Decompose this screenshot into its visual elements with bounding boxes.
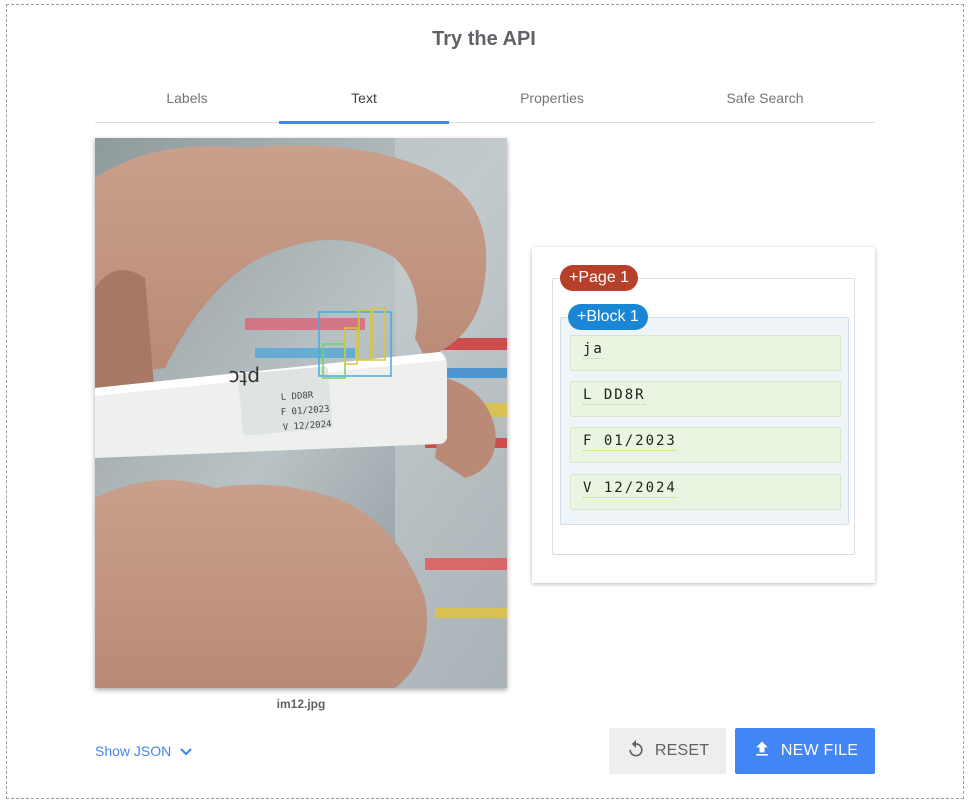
paragraph-text: L DD8R xyxy=(583,387,646,405)
reset-label: RESET xyxy=(654,742,710,759)
package-logo-text: ptc xyxy=(228,366,260,390)
uploaded-image: ptc L DD8R F 01/2023 V 12/2024 xyxy=(95,138,507,688)
reset-button[interactable]: RESET xyxy=(609,728,726,774)
new-file-button[interactable]: NEW FILE xyxy=(735,728,875,774)
results-card: +Page 1 +Block 1 ja L DD8R F 01/2023 V 1… xyxy=(532,247,875,583)
paragraph-text: F 01/2023 xyxy=(583,433,677,451)
new-file-label: NEW FILE xyxy=(780,742,859,759)
refresh-icon xyxy=(626,739,655,764)
paragraph-text: ja xyxy=(583,341,604,359)
tab-bar: Labels Text Properties Safe Search xyxy=(95,80,875,124)
tab-text[interactable]: Text xyxy=(279,80,449,124)
show-json-label: Show JSON xyxy=(95,743,172,759)
paragraph-item[interactable]: ja xyxy=(570,335,841,371)
tab-safe-search[interactable]: Safe Search xyxy=(655,80,875,122)
page-toggle[interactable]: +Page 1 xyxy=(560,265,639,291)
tab-properties[interactable]: Properties xyxy=(449,80,655,122)
tab-labels[interactable]: Labels xyxy=(95,80,279,122)
paragraph-text: V 12/2024 xyxy=(583,480,677,498)
show-json-toggle[interactable]: Show JSON xyxy=(95,741,193,761)
chevron-down-icon xyxy=(179,742,193,762)
paragraph-item[interactable]: L DD8R xyxy=(570,381,841,417)
paragraph-item[interactable]: V 12/2024 xyxy=(570,474,841,510)
paragraph-item[interactable]: F 01/2023 xyxy=(570,427,841,463)
upload-icon xyxy=(752,739,781,764)
image-filename: im12.jpg xyxy=(276,697,326,711)
block-toggle[interactable]: +Block 1 xyxy=(568,304,648,330)
page-title: Try the API xyxy=(432,28,536,50)
